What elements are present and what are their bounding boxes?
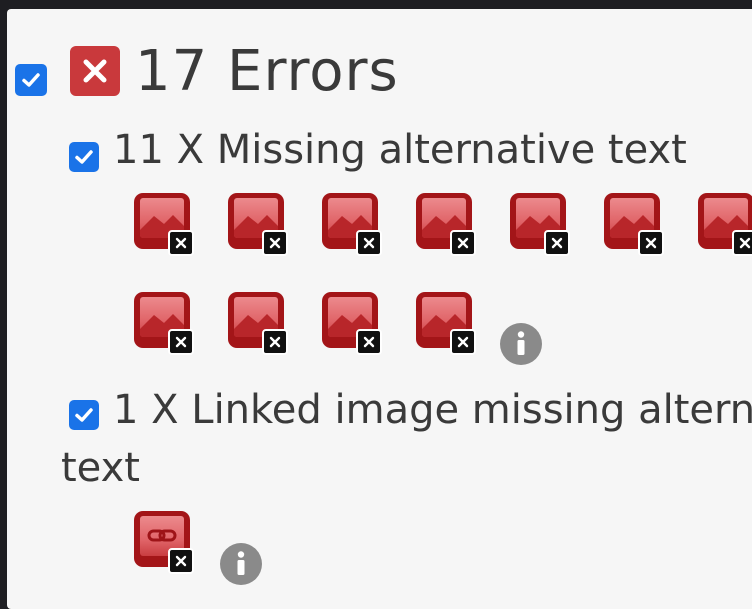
- info-glyph-icon: [517, 331, 525, 355]
- checkmark-icon: [75, 408, 93, 422]
- linked-image-label-continued: text: [61, 445, 140, 491]
- missing-alt-image-icon[interactable]: [228, 193, 288, 256]
- missing-alt-image-icon[interactable]: [322, 292, 382, 355]
- checkmark-icon: [75, 150, 93, 164]
- missing-alt-image-icon[interactable]: [698, 193, 752, 256]
- errors-title: 17 Errors: [135, 39, 399, 104]
- close-badge-icon: [732, 230, 752, 256]
- close-badge-icon: [638, 230, 664, 256]
- error-icon: [70, 46, 120, 96]
- missing-alt-label: 11 X Missing alternative text: [113, 127, 687, 173]
- linked-image-label: 1 X Linked image missing altern: [113, 387, 752, 433]
- linked-image-icon[interactable]: [134, 511, 194, 574]
- missing-alt-image-icon[interactable]: [416, 292, 476, 355]
- close-badge-icon: [450, 230, 476, 256]
- missing-alt-image-icon[interactable]: [416, 193, 476, 256]
- close-badge-icon: [450, 329, 476, 355]
- close-badge-icon: [168, 329, 194, 355]
- close-badge-icon: [262, 230, 288, 256]
- linked-image-checkbox[interactable]: [69, 400, 99, 430]
- missing-alt-image-icon[interactable]: [134, 193, 194, 256]
- missing-alt-image-icon[interactable]: [134, 292, 194, 355]
- missing-alt-checkbox[interactable]: [69, 142, 99, 172]
- errors-checkbox[interactable]: [15, 64, 47, 96]
- close-badge-icon: [262, 329, 288, 355]
- close-icon: [83, 59, 107, 83]
- checkmark-icon: [22, 73, 40, 87]
- close-badge-icon: [356, 329, 382, 355]
- accessibility-errors-panel: 17 Errors 11 X Missing alternative text …: [7, 9, 752, 609]
- missing-alt-image-icon[interactable]: [510, 193, 570, 256]
- close-badge-icon: [168, 230, 194, 256]
- close-badge-icon: [168, 548, 194, 574]
- info-glyph-icon: [237, 551, 245, 575]
- close-badge-icon: [356, 230, 382, 256]
- missing-alt-image-icon[interactable]: [604, 193, 664, 256]
- missing-alt-image-icon[interactable]: [322, 193, 382, 256]
- info-icon[interactable]: [500, 323, 542, 365]
- close-badge-icon: [544, 230, 570, 256]
- info-icon[interactable]: [220, 543, 262, 585]
- missing-alt-image-icon[interactable]: [228, 292, 288, 355]
